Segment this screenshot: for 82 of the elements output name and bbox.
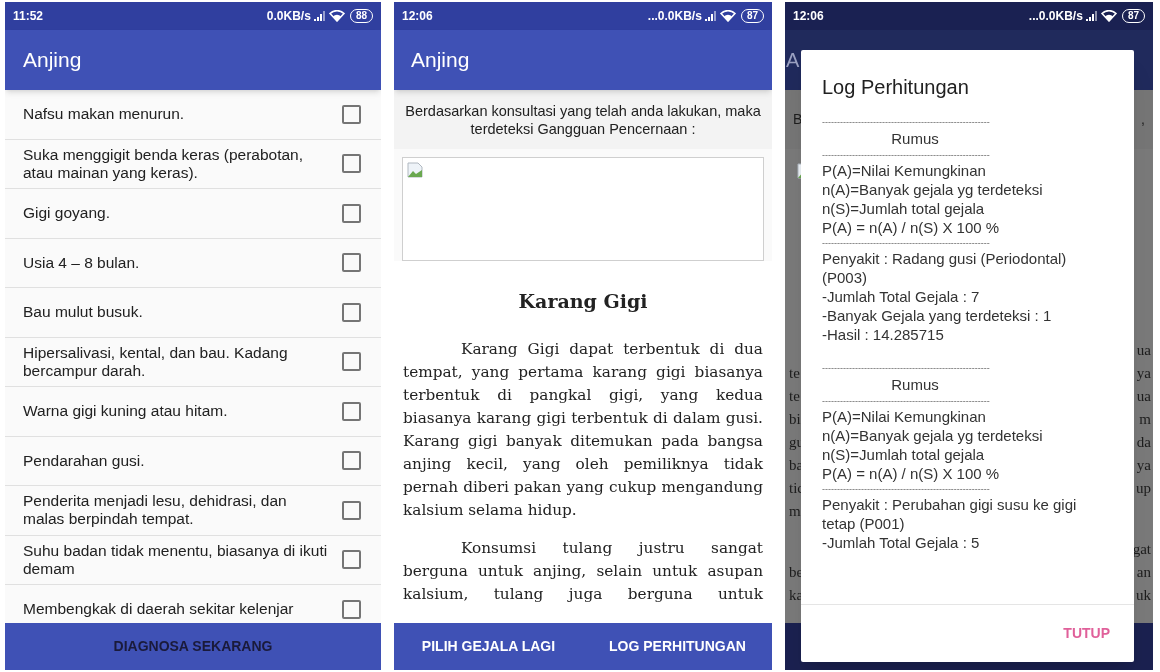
- article-paragraph: Karang Gigi dapat terbentuk di dua tempat, yang pertama karang gigi biasanya terbentuk di pangkal gigi, yang kedua biasanya karang gigi terbentuk di dalam gusi. Karang gigi banyak ditemukan pada bangsa anjing kecil, yang oleh pemiliknya tidak pernah diberi pakan yang cukup mengandung kalsium selama hidup.: [403, 338, 763, 521]
- dash-rule: --------------------------------------------------------: [822, 484, 991, 494]
- text-fragment: ya: [1136, 456, 1151, 476]
- log-line: P(A)=Nilai Kemungkinan: [822, 161, 987, 180]
- text-fragment: ya: [1136, 364, 1151, 384]
- symptom-label: Hipersalivasi, kental, dan bau. Kadang bercampur darah.: [23, 343, 289, 380]
- app-title: A: [786, 48, 800, 73]
- log-line: -Hasil : 14.285715: [822, 325, 945, 344]
- clock-time: 12:06: [402, 8, 433, 25]
- checkbox[interactable]: [342, 302, 361, 322]
- log-line: Penyakit : Perubahan gigi susu ke gigi tetap (P001): [822, 495, 1078, 533]
- symptom-label: Usia 4 – 8 bulan.: [23, 253, 141, 272]
- result-intro: Berdasarkan konsultasi yang telah anda lakukan, maka terdeteksi Gangguan Pencernaan :: [404, 101, 762, 138]
- text-fragment: uk: [1136, 586, 1151, 606]
- symptom-label: Penderita menjadi lesu, dehidrasi, dan malas berpindah tempat.: [23, 492, 288, 529]
- text-fragment: B: [793, 110, 803, 129]
- text-fragment: da: [1136, 433, 1151, 453]
- log-line: n(A)=Banyak gejala yg terdeteksi: [822, 180, 1044, 199]
- text-fragment: m: [1139, 410, 1151, 430]
- log-line: -Jumlah Total Gejala : 5: [822, 533, 981, 552]
- dash-rule: --------------------------------------------------------: [822, 117, 991, 127]
- dialog-title: Log Perhitungan: [821, 75, 970, 100]
- checkbox[interactable]: [342, 451, 361, 471]
- symptom-label: Bau mulut busuk.: [23, 303, 144, 322]
- network-speed: 0.0KB/s: [266, 8, 311, 25]
- app-title: Anjing: [411, 47, 470, 74]
- checkbox[interactable]: [342, 104, 361, 124]
- log-line: n(S)=Jumlah total gejala: [822, 199, 986, 218]
- text-fragment: ua: [1136, 341, 1151, 361]
- signal-icon: [1085, 11, 1098, 21]
- clock-time: 11:52: [13, 8, 44, 25]
- checkbox[interactable]: [342, 500, 361, 520]
- network-speed: ...0.0KB/s: [1028, 8, 1083, 25]
- text-fragment: ,: [1141, 110, 1145, 129]
- wifi-icon: [1100, 10, 1117, 22]
- symptom-label: Warna gigi kuning atau hitam.: [23, 402, 229, 421]
- symptom-label: Gigi goyang.: [23, 204, 112, 223]
- dash-rule: --------------------------------------------------------: [822, 396, 991, 406]
- clock-time: 12:06: [793, 8, 824, 25]
- signal-icon: [313, 11, 326, 21]
- text-fragment: gat: [1132, 540, 1151, 560]
- dash-rule: --------------------------------------------------------: [822, 150, 991, 160]
- text-fragment: up: [1136, 479, 1151, 499]
- symptom-label: Suhu badan tidak menentu, biasanya di ikuti demam: [23, 541, 329, 578]
- log-line: P(A)=Nilai Kemungkinan: [822, 407, 987, 426]
- text-fragment: te: [789, 364, 800, 384]
- log-line: n(A)=Banyak gejala yg terdeteksi: [822, 426, 1044, 445]
- checkbox[interactable]: [342, 203, 361, 223]
- log-line: -Banyak Gejala yang terdeteksi : 1: [822, 306, 1053, 325]
- symptom-label: Pendarahan gusi.: [23, 451, 146, 470]
- text-fragment: m: [789, 502, 801, 522]
- symptom-label: Membengkak di daerah sekitar kelenjar: [23, 600, 295, 619]
- formula-heading: Rumus: [890, 129, 940, 148]
- formula-heading: Rumus: [890, 375, 940, 394]
- dash-rule: --------------------------------------------------------: [822, 238, 991, 248]
- checkbox[interactable]: [342, 599, 361, 619]
- log-line: P(A) = n(A) / n(S) X 100 %: [822, 218, 1001, 237]
- checkbox[interactable]: [342, 253, 361, 273]
- text-fragment: te: [789, 387, 800, 407]
- text-fragment: bi: [789, 410, 801, 430]
- disease-heading: Karang Gigi: [517, 289, 649, 314]
- checkbox[interactable]: [342, 154, 361, 174]
- checkbox[interactable]: [342, 352, 361, 372]
- log-line: P(A) = n(A) / n(S) X 100 %: [822, 464, 1001, 483]
- app-title: Anjing: [23, 47, 82, 74]
- text-fragment: ua: [1136, 387, 1151, 407]
- checkbox[interactable]: [342, 401, 361, 421]
- network-speed: ...0.0KB/s: [647, 8, 702, 25]
- log-line: -Jumlah Total Gejala : 7: [822, 287, 981, 306]
- symptom-label: Nafsu makan menurun.: [23, 105, 186, 124]
- wifi-icon: [328, 10, 345, 22]
- action-button[interactable]: PILIH GEJALA LAGI: [394, 623, 583, 670]
- log-line: Penyakit : Radang gusi (Periodontal) (P003): [822, 249, 1068, 287]
- dash-rule: --------------------------------------------------------: [822, 363, 991, 373]
- symptom-label: Suka menggigit benda keras (perabotan, atau mainan yang keras).: [23, 145, 305, 182]
- wifi-icon: [719, 10, 736, 22]
- text-fragment: an: [1136, 563, 1151, 583]
- article-paragraph: Konsumsi tulang justru sangat berguna untuk anjing, selain untuk asupan kalsium, tulang juga berguna untuk: [403, 537, 763, 605]
- log-line: n(S)=Jumlah total gejala: [822, 445, 986, 464]
- action-button[interactable]: LOG PERHITUNGAN: [583, 623, 772, 670]
- signal-icon: [704, 11, 717, 21]
- checkbox[interactable]: [342, 550, 361, 570]
